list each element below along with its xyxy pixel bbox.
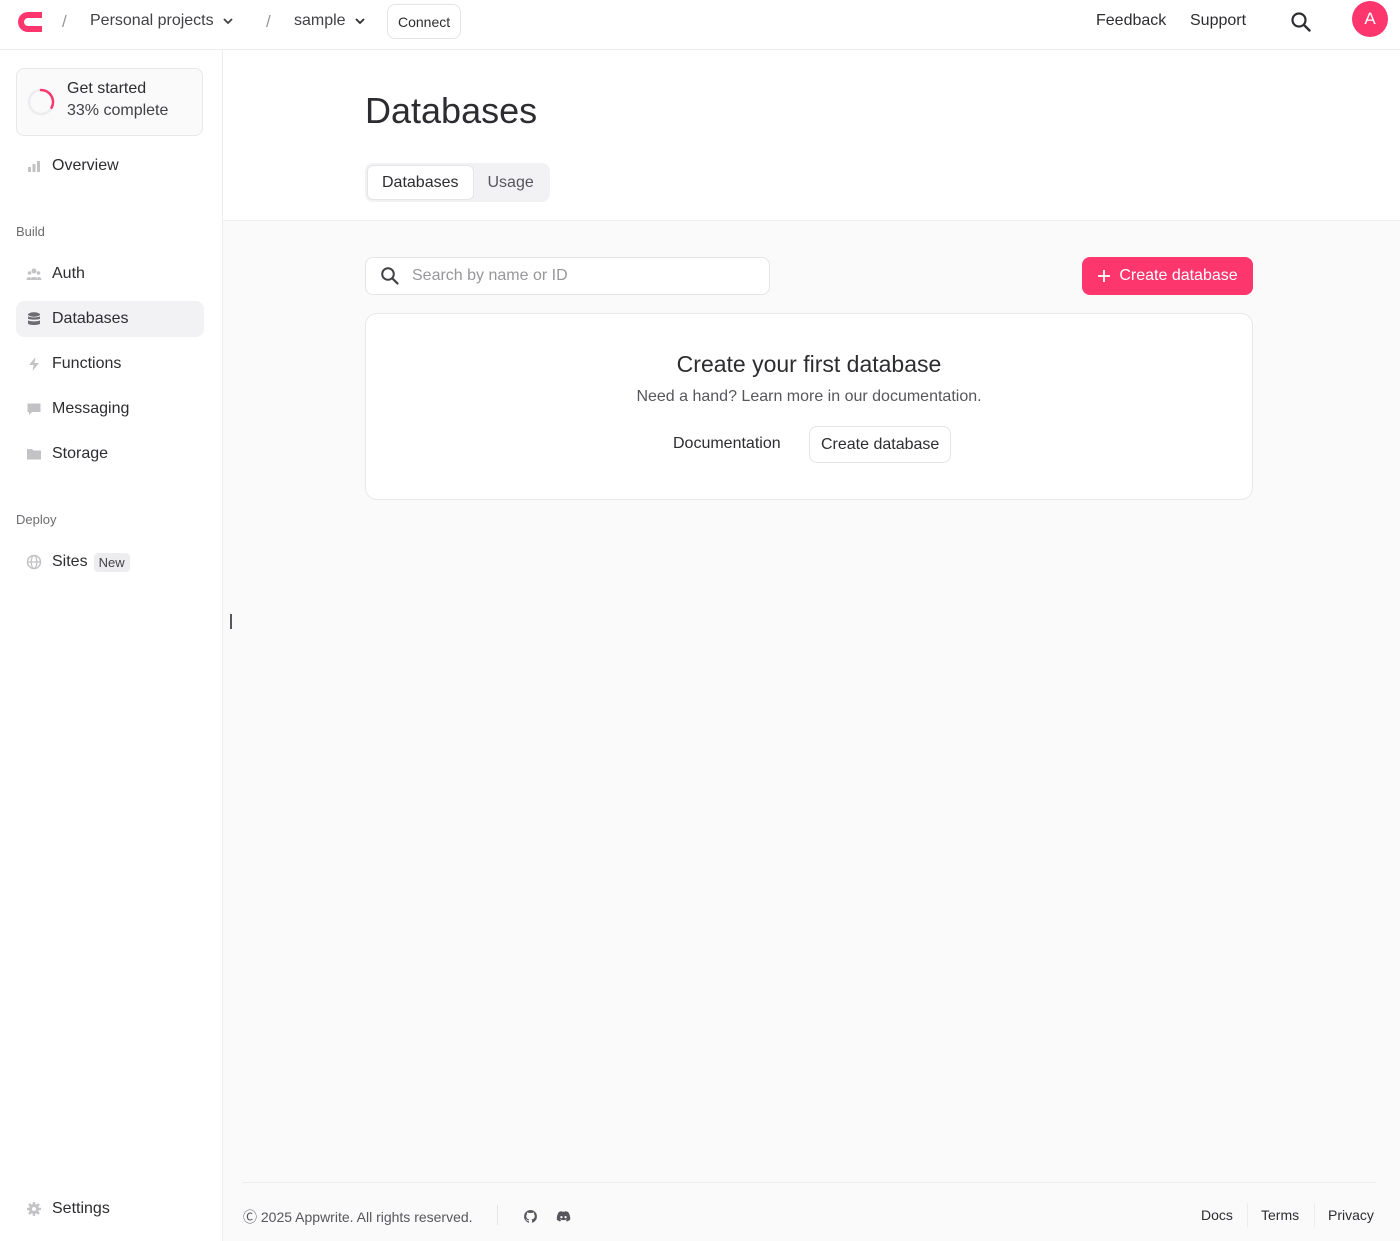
empty-state-create-button[interactable]: Create database (809, 426, 952, 463)
gear-icon (27, 1202, 41, 1216)
tab-databases[interactable]: Databases (367, 165, 474, 200)
message-icon (27, 403, 41, 415)
search-input[interactable] (412, 267, 752, 285)
copyright-label: 2025 Appwrite. All rights reserved. (260, 1209, 473, 1225)
sidebar-item-label: Functions (52, 355, 122, 372)
sidebar-item-storage[interactable]: Storage (16, 436, 204, 472)
breadcrumb-project[interactable]: sample (294, 12, 366, 30)
chevron-down-icon (354, 18, 365, 25)
footer-divider (497, 1205, 498, 1225)
discord-icon[interactable] (556, 1209, 571, 1224)
lightning-icon (29, 357, 39, 371)
database-icon (28, 312, 40, 325)
section-label-deploy: Deploy (16, 512, 57, 527)
folder-icon (27, 449, 41, 460)
copyright-icon: Ⓒ (243, 1209, 257, 1225)
connect-button[interactable]: Connect (387, 4, 462, 39)
tab-usage[interactable]: Usage (474, 165, 548, 200)
empty-state-card: Create your first database Need a hand? … (365, 313, 1253, 500)
footer: Ⓒ 2025 Appwrite. All rights reserved. Do… (243, 1182, 1376, 1241)
appwrite-logo-icon[interactable] (15, 9, 45, 35)
globe-icon (26, 554, 42, 570)
empty-state-subtitle: Need a hand? Learn more in our documenta… (636, 388, 982, 405)
sidebar: Get started 33% complete Overview Build … (0, 50, 223, 1241)
breadcrumb-separator: / (62, 12, 67, 31)
breadcrumb-project-label: sample (294, 12, 346, 29)
create-database-button[interactable]: Create database (1082, 257, 1253, 295)
breadcrumb-organization[interactable]: Personal projects (90, 12, 234, 30)
bar-chart-icon (28, 161, 40, 172)
page-header: Databases Databases Usage (223, 50, 1400, 221)
section-label-build: Build (16, 224, 45, 239)
text-cursor (230, 614, 232, 629)
sidebar-item-label: Storage (52, 445, 109, 462)
get-started-card[interactable]: Get started 33% complete (16, 68, 203, 136)
create-database-label: Create database (1119, 267, 1238, 284)
sidebar-item-label: Sites (52, 553, 88, 570)
search-icon (381, 267, 399, 285)
sidebar-item-messaging[interactable]: Messaging (16, 391, 204, 427)
footer-divider (1314, 1203, 1315, 1227)
users-icon (26, 268, 42, 280)
breadcrumb-separator: / (266, 12, 271, 31)
feedback-link[interactable]: Feedback (1096, 12, 1166, 30)
plus-icon (1098, 270, 1111, 282)
sidebar-item-label: Overview (52, 157, 119, 174)
get-started-title: Get started (67, 80, 147, 97)
empty-state-title: Create your first database (676, 351, 942, 377)
footer-divider (1247, 1203, 1248, 1227)
sidebar-item-overview[interactable]: Overview (16, 148, 204, 184)
sidebar-item-label: Databases (52, 310, 129, 327)
github-icon[interactable] (523, 1209, 538, 1224)
progress-ring-icon (27, 88, 55, 116)
search-field[interactable] (365, 257, 770, 295)
support-link[interactable]: Support (1190, 12, 1246, 30)
sidebar-item-sites[interactable]: Sites New (16, 544, 204, 580)
sidebar-item-label: Settings (52, 1200, 110, 1217)
get-started-progress: 33% complete (67, 102, 169, 119)
footer-link-docs[interactable]: Docs (1201, 1207, 1233, 1223)
tab-bar: Databases Usage (365, 163, 550, 202)
top-bar: / Personal projects / sample Connect Fee… (0, 0, 1400, 50)
sidebar-item-settings[interactable]: Settings (16, 1191, 204, 1227)
avatar[interactable]: A (1352, 1, 1388, 37)
sidebar-item-auth[interactable]: Auth (16, 256, 204, 292)
search-icon[interactable] (1290, 11, 1312, 33)
copyright-text: Ⓒ 2025 Appwrite. All rights reserved. (243, 1207, 473, 1227)
footer-link-terms[interactable]: Terms (1261, 1207, 1299, 1223)
chevron-down-icon (222, 18, 233, 25)
sidebar-item-databases[interactable]: Databases (16, 301, 204, 337)
footer-link-privacy[interactable]: Privacy (1328, 1207, 1374, 1223)
sidebar-item-functions[interactable]: Functions (16, 346, 204, 382)
new-badge: New (93, 552, 130, 572)
sidebar-item-label: Auth (52, 265, 85, 282)
page-title: Databases (365, 90, 538, 131)
sidebar-item-label: Messaging (52, 400, 130, 417)
breadcrumb-organization-label: Personal projects (90, 12, 214, 29)
documentation-link[interactable]: Documentation (673, 435, 781, 453)
